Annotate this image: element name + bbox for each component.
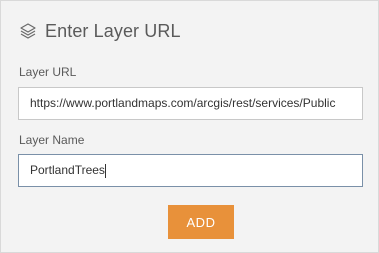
layer-url-value: https://www.portlandmaps.com/arcgis/rest… xyxy=(30,96,336,110)
layer-name-value-wrap: PortlandTrees xyxy=(30,155,351,186)
panel-title: Enter Layer URL xyxy=(45,20,181,41)
enter-layer-url-panel: Enter Layer URL Layer URL https://www.po… xyxy=(0,0,379,253)
panel-header: Enter Layer URL xyxy=(19,19,181,43)
add-button[interactable]: ADD xyxy=(168,205,234,239)
layer-name-input[interactable]: PortlandTrees xyxy=(18,154,363,187)
layer-url-input[interactable]: https://www.portlandmaps.com/arcgis/rest… xyxy=(18,87,363,120)
text-caret xyxy=(104,163,106,178)
layer-name-label: Layer Name xyxy=(19,133,85,147)
layer-url-label: Layer URL xyxy=(19,65,77,79)
layer-name-value: PortlandTrees xyxy=(30,163,105,177)
layers-icon xyxy=(19,22,37,40)
